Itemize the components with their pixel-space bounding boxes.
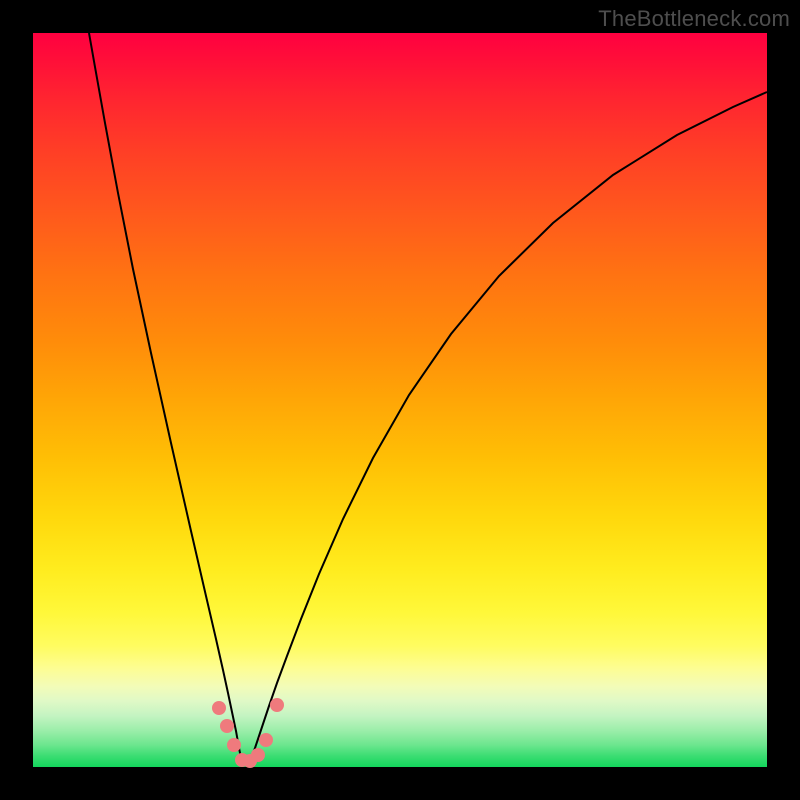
- near-optimal-markers: [212, 698, 284, 768]
- marker-dot: [212, 701, 226, 715]
- chart-svg: [33, 33, 767, 767]
- chart-frame: TheBottleneck.com: [0, 0, 800, 800]
- watermark-text: TheBottleneck.com: [598, 6, 790, 32]
- marker-dot: [227, 738, 241, 752]
- marker-dot: [270, 698, 284, 712]
- bottleneck-curve: [89, 33, 767, 765]
- marker-dot: [251, 748, 265, 762]
- marker-dot: [259, 733, 273, 747]
- marker-dot: [220, 719, 234, 733]
